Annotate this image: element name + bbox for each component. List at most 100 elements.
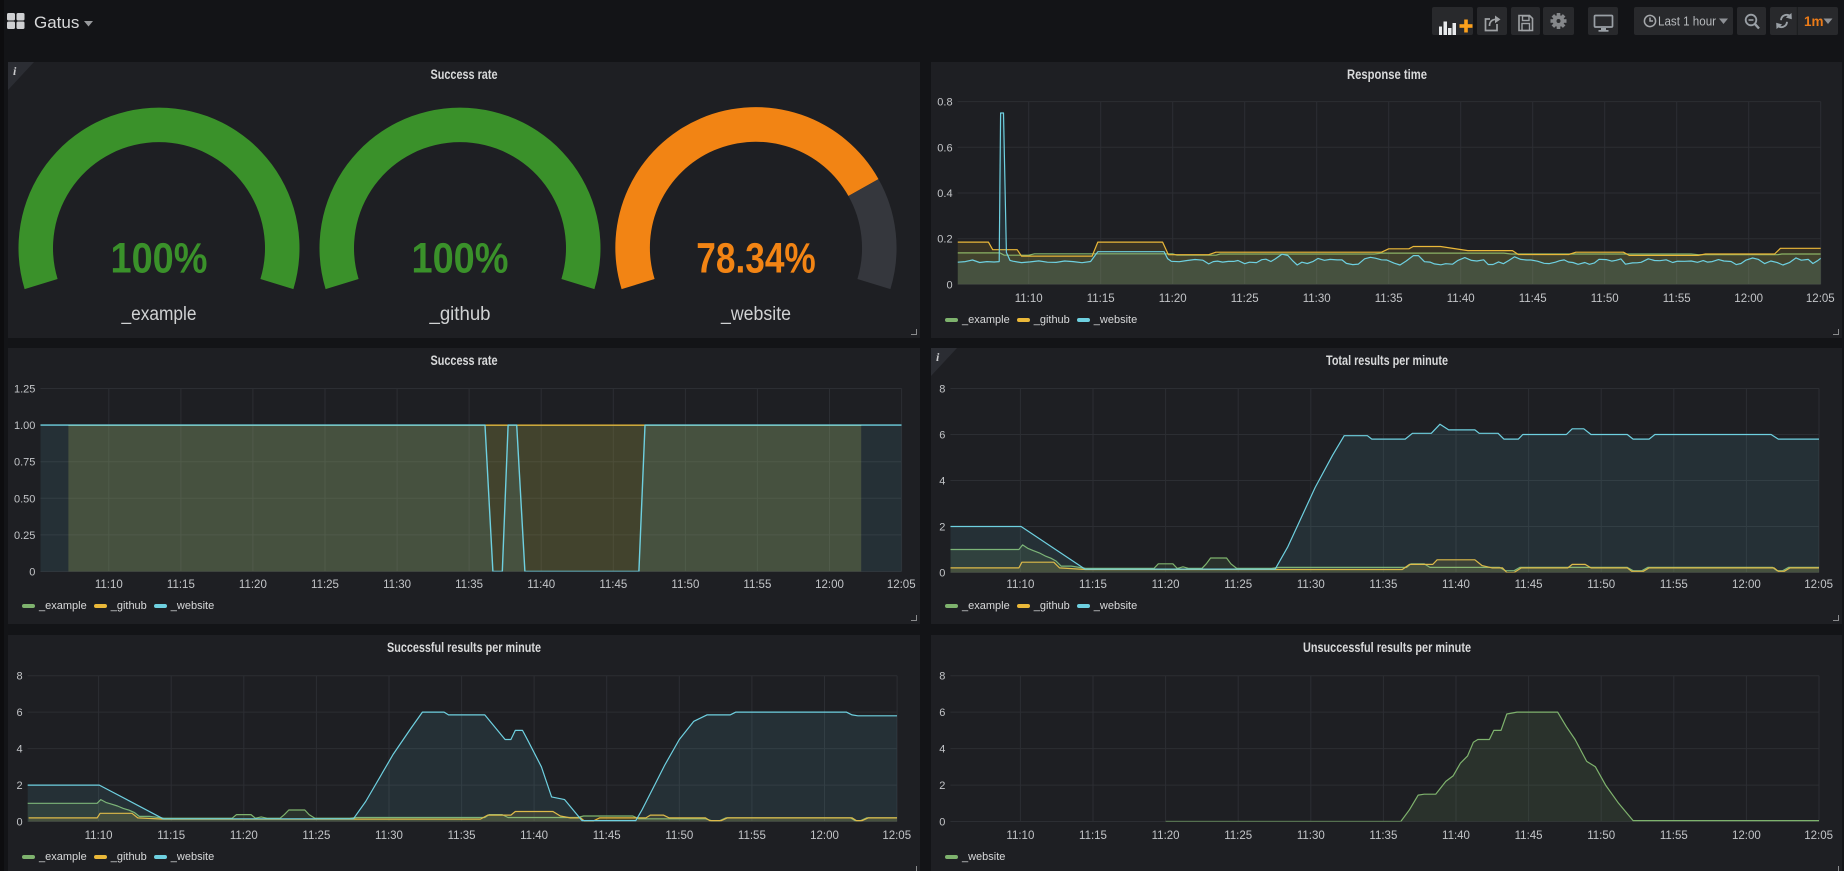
svg-text:4: 4	[939, 476, 945, 488]
svg-text:4: 4	[939, 744, 945, 756]
svg-text:6: 6	[939, 707, 945, 719]
svg-text:12:00: 12:00	[1734, 293, 1763, 305]
svg-text:11:50: 11:50	[671, 579, 699, 591]
svg-text:11:25: 11:25	[302, 830, 330, 842]
svg-text:11:30: 11:30	[1297, 830, 1325, 842]
svg-text:11:50: 11:50	[665, 830, 693, 842]
svg-text:100%: 100%	[412, 235, 509, 283]
svg-text:11:20: 11:20	[239, 579, 267, 591]
svg-text:11:30: 11:30	[375, 830, 403, 842]
svg-text:11:50: 11:50	[1587, 830, 1615, 842]
svg-text:8: 8	[16, 671, 22, 683]
svg-text:_website: _website	[720, 304, 791, 325]
svg-text:78.34%: 78.34%	[696, 235, 816, 283]
svg-text:12:00: 12:00	[810, 830, 839, 842]
svg-text:Successful results per minute: Successful results per minute	[387, 640, 541, 655]
svg-text:2: 2	[939, 780, 945, 792]
svg-text:Success rate: Success rate	[431, 67, 498, 82]
svg-text:11:40: 11:40	[520, 830, 548, 842]
svg-text:11:25: 11:25	[1231, 293, 1259, 305]
svg-text:0.8: 0.8	[937, 97, 952, 109]
svg-text:11:20: 11:20	[1152, 830, 1180, 842]
svg-text:_github: _github	[429, 304, 491, 325]
svg-text:12:00: 12:00	[1732, 830, 1761, 842]
svg-text:100%: 100%	[111, 235, 208, 283]
svg-text:11:10: 11:10	[1006, 830, 1034, 842]
svg-text:0.4: 0.4	[937, 188, 952, 200]
svg-text:11:15: 11:15	[1079, 830, 1107, 842]
svg-text:0.75: 0.75	[14, 457, 35, 469]
svg-text:11:45: 11:45	[593, 830, 621, 842]
svg-text:0: 0	[16, 817, 22, 829]
svg-text:11:15: 11:15	[167, 579, 195, 591]
svg-text:11:55: 11:55	[738, 830, 766, 842]
svg-text:12:05: 12:05	[882, 830, 911, 842]
svg-text:11:40: 11:40	[1447, 293, 1475, 305]
svg-text:8: 8	[939, 384, 945, 396]
svg-text:11:55: 11:55	[1663, 293, 1691, 305]
svg-text:11:25: 11:25	[311, 579, 339, 591]
svg-text:0: 0	[939, 817, 945, 829]
svg-text:12:05: 12:05	[1806, 293, 1835, 305]
svg-text:11:35: 11:35	[1375, 293, 1403, 305]
svg-text:11:50: 11:50	[1591, 293, 1619, 305]
svg-text:11:20: 11:20	[230, 830, 258, 842]
svg-text:4: 4	[16, 744, 22, 756]
svg-text:12:05: 12:05	[1804, 579, 1833, 591]
svg-text:11:55: 11:55	[743, 579, 771, 591]
svg-text:2: 2	[16, 780, 22, 792]
svg-text:Success rate: Success rate	[431, 353, 498, 368]
svg-text:11:45: 11:45	[1515, 830, 1543, 842]
svg-text:11:25: 11:25	[1224, 830, 1252, 842]
svg-text:0: 0	[939, 568, 945, 580]
svg-text:Unsuccessful results per minut: Unsuccessful results per minute	[1303, 640, 1471, 655]
svg-text:12:05: 12:05	[887, 579, 916, 591]
svg-text:Total results per minute: Total results per minute	[1326, 353, 1448, 368]
svg-text:12:00: 12:00	[815, 579, 844, 591]
svg-text:11:10: 11:10	[1006, 579, 1034, 591]
svg-text:0: 0	[946, 279, 952, 291]
svg-text:11:55: 11:55	[1660, 579, 1688, 591]
svg-text:11:40: 11:40	[1442, 830, 1470, 842]
svg-text:11:40: 11:40	[1442, 579, 1470, 591]
svg-text:11:10: 11:10	[85, 830, 113, 842]
svg-text:11:15: 11:15	[1079, 579, 1107, 591]
svg-text:11:20: 11:20	[1159, 293, 1187, 305]
svg-text:11:20: 11:20	[1152, 579, 1180, 591]
svg-text:Last 1 hour: Last 1 hour	[1658, 14, 1717, 29]
svg-text:11:50: 11:50	[1587, 579, 1615, 591]
svg-text:11:35: 11:35	[1369, 830, 1397, 842]
svg-text:6: 6	[16, 707, 22, 719]
svg-text:6: 6	[939, 430, 945, 442]
svg-text:11:35: 11:35	[455, 579, 483, 591]
svg-text:0.6: 0.6	[937, 142, 952, 154]
svg-text:1m: 1m	[1804, 14, 1824, 29]
svg-text:0.2: 0.2	[937, 234, 952, 246]
svg-text:11:45: 11:45	[599, 579, 627, 591]
svg-text:11:25: 11:25	[1224, 579, 1252, 591]
svg-text:11:35: 11:35	[1369, 579, 1397, 591]
svg-text:11:30: 11:30	[1303, 293, 1331, 305]
svg-text:1.25: 1.25	[14, 384, 35, 396]
svg-text:11:45: 11:45	[1515, 579, 1543, 591]
svg-text:Response time: Response time	[1347, 67, 1427, 82]
svg-text:11:15: 11:15	[1087, 293, 1115, 305]
svg-text:11:10: 11:10	[1015, 293, 1043, 305]
svg-text:0.50: 0.50	[14, 493, 35, 505]
svg-text:11:10: 11:10	[95, 579, 123, 591]
svg-text:11:55: 11:55	[1660, 830, 1688, 842]
svg-text:11:30: 11:30	[383, 579, 411, 591]
svg-text:11:35: 11:35	[448, 830, 476, 842]
svg-text:11:15: 11:15	[157, 830, 185, 842]
svg-text:12:00: 12:00	[1732, 579, 1761, 591]
svg-text:11:45: 11:45	[1519, 293, 1547, 305]
svg-text:2: 2	[939, 522, 945, 534]
svg-text:11:30: 11:30	[1297, 579, 1325, 591]
svg-text:12:05: 12:05	[1804, 830, 1833, 842]
svg-text:11:40: 11:40	[527, 579, 555, 591]
svg-text:0.25: 0.25	[14, 530, 35, 542]
svg-text:0: 0	[29, 567, 35, 579]
svg-text:_example: _example	[121, 304, 197, 325]
svg-text:1.00: 1.00	[14, 420, 35, 432]
svg-text:8: 8	[939, 671, 945, 683]
